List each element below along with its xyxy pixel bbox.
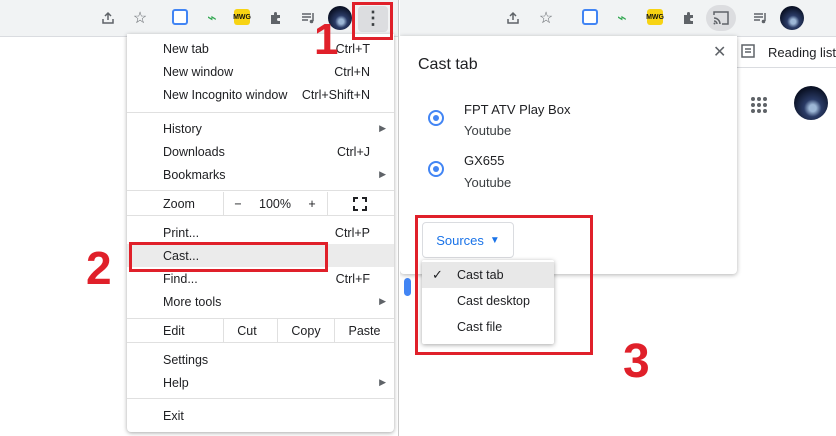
paste-button[interactable]: Paste [335,319,394,342]
zoom-out-button[interactable]: − [224,192,252,215]
edit-label: Edit [163,323,185,338]
share-icon[interactable] [503,8,523,28]
close-icon[interactable]: ✕ [713,42,726,62]
menu-item-new-window[interactable]: New window Ctrl+N [127,60,394,83]
right-screenshot-panel: ☆ ⌁ MWG Reading list Cast tab ✕ FPT ATV … [400,0,836,436]
cast-icon[interactable] [711,8,731,28]
copy-button[interactable]: Copy [278,319,334,342]
annotation-box-3 [415,215,593,355]
extension-clip-icon[interactable]: ⌁ [612,8,632,28]
extension-mwg-icon[interactable]: MWG [233,9,251,25]
cut-button[interactable]: Cut [224,319,270,342]
menu-item-bookmarks[interactable]: Bookmarks ▶ [127,163,394,186]
menu-item-help[interactable]: Help ▶ [127,371,394,394]
mic-icon[interactable] [404,278,411,296]
menu-zoom-row: Zoom − 100% + [127,192,394,215]
cast-dialog-title: Cast tab [418,56,478,73]
menu-separator [127,342,394,343]
bookmark-star-icon[interactable]: ☆ [536,8,556,28]
menu-edit-row: Edit Cut Copy Paste [127,319,394,342]
menu-separator [127,112,394,113]
menu-item-new-incognito[interactable]: New Incognito window Ctrl+Shift+N [127,83,394,106]
chrome-main-menu: New tab Ctrl+T New window Ctrl+N New Incog… [127,34,394,432]
extension-mwg-icon[interactable]: MWG [646,9,664,25]
menu-separator [127,215,394,216]
device-source: Youtube [464,123,512,138]
zoom-in-button[interactable]: + [298,192,326,215]
device-name: GX655 [464,153,505,168]
device-radio-icon [428,161,444,177]
fullscreen-icon[interactable] [345,192,375,215]
zoom-label: Zoom [163,196,195,211]
menu-item-print[interactable]: Print... Ctrl+P [127,221,394,244]
profile-avatar[interactable] [780,6,804,30]
reading-list-icon[interactable] [741,44,755,61]
browser-toolbar: ☆ ⌁ MWG [400,0,836,36]
menu-item-more-tools[interactable]: More tools ▶ [127,290,394,313]
extension-sync-icon[interactable] [172,9,188,25]
google-account-avatar[interactable] [794,86,828,120]
submenu-arrow-icon: ▶ [379,296,386,306]
device-name: FPT ATV Play Box [464,102,571,117]
bookmark-star-icon[interactable]: ☆ [130,8,150,28]
extension-clip-icon[interactable]: ⌁ [202,8,222,28]
menu-item-history[interactable]: History ▶ [127,117,394,140]
bookmark-bar-divider [737,67,836,68]
reading-list-label[interactable]: Reading list [768,45,836,60]
left-screenshot-panel: ☆ ⌁ MWG ⋮ New tab Ctrl+T New window Ctrl+N… [0,0,399,436]
annotation-number-1: 1 [314,15,339,64]
annotation-box-2 [129,242,328,272]
submenu-arrow-icon: ▶ [379,123,386,133]
media-control-icon[interactable] [750,8,770,28]
extension-sync-icon[interactable] [582,9,598,25]
apps-grid-icon[interactable] [750,96,768,119]
extensions-puzzle-icon[interactable] [679,8,699,28]
annotation-box-1 [352,2,393,40]
annotation-number-3: 3 [623,335,650,388]
zoom-value: 100% [259,196,291,211]
device-source: Youtube [464,175,512,190]
menu-item-new-tab[interactable]: New tab Ctrl+T [127,37,394,60]
menu-separator [127,190,394,191]
extensions-puzzle-icon[interactable] [266,8,286,28]
menu-separator [127,398,394,399]
device-radio-icon [428,110,444,126]
menu-item-downloads[interactable]: Downloads Ctrl+J [127,140,394,163]
menu-item-settings[interactable]: Settings [127,348,394,371]
share-icon[interactable] [98,8,118,28]
submenu-arrow-icon: ▶ [379,169,386,179]
submenu-arrow-icon: ▶ [379,377,386,387]
menu-item-exit[interactable]: Exit [127,404,394,427]
annotation-number-2: 2 [86,242,112,294]
